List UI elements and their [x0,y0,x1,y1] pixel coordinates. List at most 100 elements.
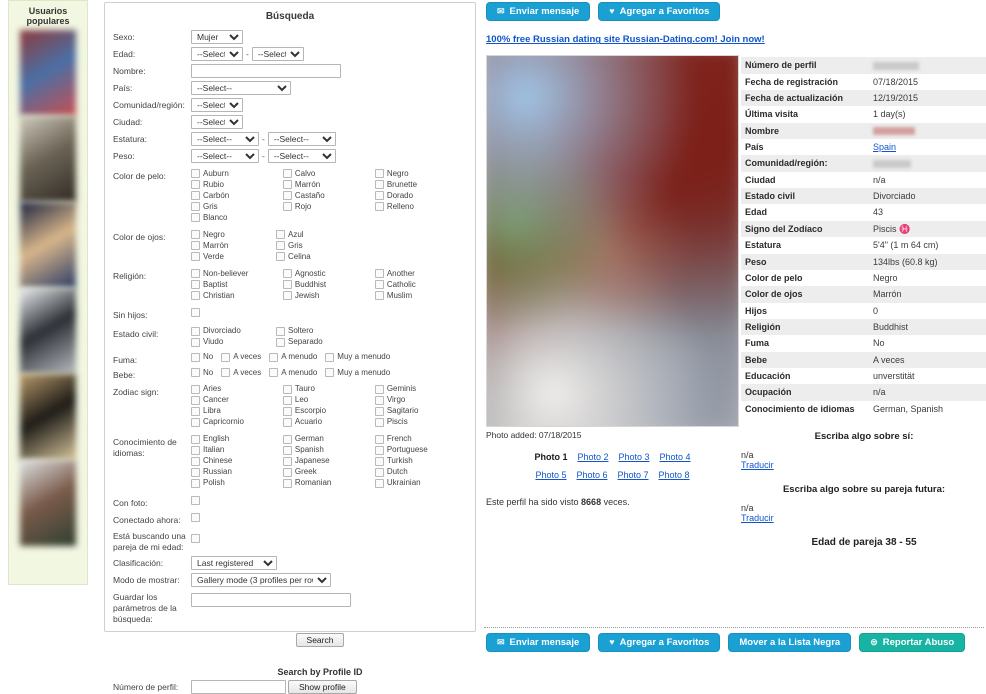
photo-link[interactable]: Photo 7 [618,470,649,480]
report-abuse-button[interactable]: ⊜ Reportar Abuso [859,632,966,652]
checkbox-icon[interactable] [191,241,200,250]
zodiac-option[interactable]: Leo [282,395,375,405]
checkbox-icon[interactable] [282,202,292,211]
checkbox-icon[interactable] [191,406,200,416]
language-option[interactable]: Greek [282,467,375,477]
show-profile-button[interactable]: Show profile [288,680,357,694]
marital-status-option[interactable]: Divorciado [191,326,276,336]
checkbox-icon[interactable] [282,291,292,300]
checkbox-icon[interactable] [191,326,200,336]
checkbox-icon[interactable] [276,230,285,239]
hair-color-option[interactable]: Calvo [282,169,375,178]
add-favorites-button-bottom[interactable]: ♥ Agregar a Favoritos [598,632,721,652]
checkbox-icon[interactable] [282,467,292,477]
language-option[interactable]: Polish [191,478,283,488]
hair-color-option[interactable]: Auburn [191,169,283,178]
zodiac-option[interactable]: Tauro [282,384,375,394]
hair-color-option[interactable]: Marrón [282,180,375,189]
religion-option[interactable]: Another [374,269,467,278]
language-option[interactable]: Ukrainian [374,478,467,488]
main-photo[interactable] [486,55,739,428]
checkbox-icon[interactable] [191,384,200,394]
comunidad-select[interactable]: --Select-- [191,98,243,112]
language-option[interactable]: Turkish [374,456,467,466]
hair-color-option[interactable]: Negro [374,169,467,178]
checkbox-icon[interactable] [191,478,200,488]
hair-color-option[interactable]: Blanco [191,213,283,222]
religion-option[interactable]: Agnostic [282,269,375,278]
religion-option[interactable]: Catholic [374,280,467,289]
conectado-ahora-checkbox[interactable] [191,512,200,522]
checkbox-icon[interactable] [374,191,384,200]
bebe-option[interactable]: Muy a menudo [325,368,390,378]
checkbox-icon[interactable] [191,352,200,362]
checkbox-icon[interactable] [191,467,200,477]
checkbox-icon[interactable] [325,352,335,362]
zodiac-option[interactable]: Escorpio [282,406,375,416]
promo-link[interactable]: 100% free Russian dating site Russian-Da… [486,34,765,45]
translate-about-self-link[interactable]: Traducir [741,460,986,470]
checkbox-icon[interactable] [276,241,285,250]
peso-max-select[interactable]: --Select-- [267,149,336,163]
checkbox-icon[interactable] [374,169,384,178]
bebe-option[interactable]: A menudo [269,368,317,378]
hair-color-option[interactable]: Rubio [191,180,283,189]
checkbox-icon[interactable] [191,180,200,189]
checkbox-icon[interactable] [282,280,292,289]
hair-color-option[interactable]: Carbón [191,191,283,200]
checkbox-icon[interactable] [191,169,200,178]
checkbox-icon[interactable] [269,352,279,362]
zodiac-option[interactable]: Acuario [282,417,375,427]
checkbox-icon[interactable] [282,478,292,488]
checkbox-icon[interactable] [374,291,384,300]
checkbox-icon[interactable] [374,269,384,278]
sexo-select[interactable]: Mujer [191,30,243,44]
zodiac-option[interactable]: Sagitario [374,406,467,416]
checkbox-icon[interactable] [325,368,335,378]
pais-select[interactable]: --Select-- [191,81,291,95]
estatura-max-select[interactable]: --Select-- [267,132,336,146]
religion-option[interactable]: Christian [191,291,283,300]
checkbox-icon[interactable] [191,368,200,378]
checkbox-icon[interactable] [374,384,384,394]
marital-status-option[interactable]: Viudo [191,337,276,347]
language-option[interactable]: Chinese [191,456,283,466]
popular-user-thumb-3[interactable] [20,202,76,288]
checkbox-icon[interactable] [374,180,384,189]
bebe-option[interactable]: No [191,368,213,378]
religion-option[interactable]: Non-believer [191,269,283,278]
language-option[interactable]: Russian [191,467,283,477]
language-option[interactable]: English [191,434,283,444]
popular-user-thumb-2[interactable] [20,116,76,202]
eye-color-option[interactable]: Celina [276,252,361,261]
add-favorites-button-top[interactable]: ♥ Agregar a Favoritos [598,2,721,22]
checkbox-icon[interactable] [374,456,384,466]
eye-color-option[interactable]: Azul [276,230,361,239]
checkbox-icon[interactable] [191,230,200,239]
checkbox-icon[interactable] [221,368,231,378]
popular-user-thumb-5[interactable] [20,374,76,460]
checkbox-icon[interactable] [282,434,292,444]
edad-max-select[interactable]: --Select-- [251,47,304,61]
hair-color-option[interactable]: Rojo [282,202,375,211]
hair-color-option[interactable]: Dorado [374,191,467,200]
checkbox-icon[interactable] [282,417,292,427]
send-message-button-bottom[interactable]: ✉ Enviar mensaje [486,632,591,652]
checkbox-icon[interactable] [282,456,292,466]
checkbox-icon[interactable] [282,406,292,416]
checkbox-icon[interactable] [282,384,292,394]
checkbox-icon[interactable] [276,252,285,261]
checkbox-icon[interactable] [191,191,200,200]
language-option[interactable]: Romanian [282,478,375,488]
religion-option[interactable]: Baptist [191,280,283,289]
zodiac-option[interactable]: Virgo [374,395,467,405]
eye-color-option[interactable]: Negro [191,230,276,239]
zodiac-option[interactable]: Aries [191,384,283,394]
popular-user-thumb-4[interactable] [20,288,76,374]
fuma-option[interactable]: No [191,352,213,362]
hair-color-option[interactable]: Relleno [374,202,467,211]
eye-color-option[interactable]: Verde [191,252,276,261]
peso-min-select[interactable]: --Select-- [191,149,259,163]
photo-link[interactable]: Photo 2 [577,452,608,462]
photo-link[interactable]: Photo 1 [534,452,567,462]
